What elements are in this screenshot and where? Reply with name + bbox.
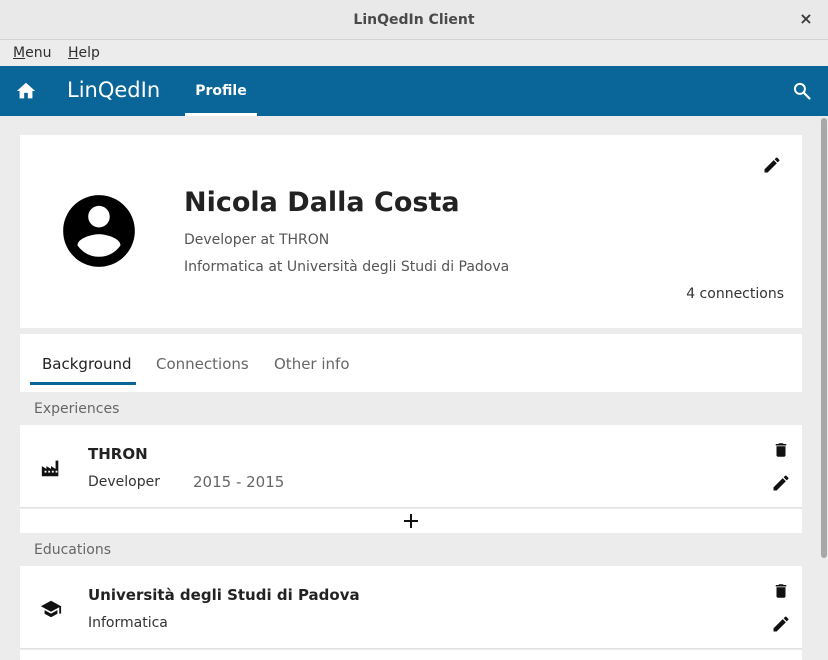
- profile-education: Informatica at Università degli Studi di…: [184, 259, 510, 275]
- educations-label: Educations: [34, 542, 111, 558]
- menu-help[interactable]: Help: [68, 45, 100, 61]
- brand-title: LinQedIn: [67, 78, 161, 102]
- close-icon[interactable]: ×: [796, 9, 816, 29]
- menu-menu[interactable]: Menu: [13, 45, 51, 61]
- menu-menu-mnemonic: M: [13, 45, 26, 61]
- main-content: Nicola Dalla Costa Developer at THRON In…: [0, 116, 820, 660]
- add-education-row[interactable]: [20, 650, 802, 660]
- pencil-icon[interactable]: [771, 614, 791, 634]
- window-title: LinQedIn Client: [353, 12, 475, 28]
- section-tabs: Background Connections Other info: [20, 334, 802, 392]
- trash-icon[interactable]: [772, 440, 790, 460]
- tab-other-info[interactable]: Other info: [274, 355, 350, 373]
- education-field: Informatica: [88, 615, 168, 631]
- tab-active-indicator: [30, 382, 136, 385]
- plus-icon[interactable]: [403, 513, 419, 529]
- tab-profile[interactable]: Profile: [185, 66, 257, 116]
- app-bar: LinQedIn Profile: [0, 66, 828, 116]
- experience-dates: 2015 - 2015: [193, 473, 285, 491]
- menu-bar: Menu Help: [0, 40, 828, 66]
- tab-background[interactable]: Background: [42, 355, 132, 373]
- home-icon[interactable]: [15, 80, 37, 102]
- title-bar: LinQedIn Client ×: [0, 0, 828, 40]
- scrollbar[interactable]: [820, 116, 828, 660]
- factory-icon: [41, 460, 59, 477]
- experience-role: Developer: [88, 474, 161, 490]
- menu-help-mnemonic: H: [68, 45, 79, 61]
- experience-company: THRON: [88, 445, 148, 463]
- pencil-icon[interactable]: [771, 473, 791, 493]
- profile-name: Nicola Dalla Costa: [184, 187, 460, 218]
- profile-connections[interactable]: 4 connections: [686, 286, 784, 302]
- experience-item: THRON Developer 2015 - 2015: [20, 425, 802, 508]
- scrollbar-thumb[interactable]: [821, 118, 827, 558]
- pencil-icon[interactable]: [762, 155, 782, 175]
- trash-icon[interactable]: [772, 581, 790, 601]
- tab-connections[interactable]: Connections: [156, 355, 249, 373]
- menu-help-label: elp: [78, 45, 100, 61]
- education-school: Università degli Studi di Padova: [88, 586, 360, 604]
- profile-card: Nicola Dalla Costa Developer at THRON In…: [20, 135, 802, 328]
- education-item: Università degli Studi di Padova Informa…: [20, 566, 802, 649]
- account-circle-icon: [63, 195, 135, 267]
- tab-profile-label: Profile: [195, 83, 247, 99]
- search-icon[interactable]: [792, 81, 812, 101]
- experiences-label: Experiences: [34, 401, 120, 417]
- profile-job: Developer at THRON: [184, 232, 330, 248]
- menu-menu-label: enu: [25, 45, 52, 61]
- graduation-cap-icon: [40, 600, 62, 618]
- add-experience-row[interactable]: [20, 509, 802, 533]
